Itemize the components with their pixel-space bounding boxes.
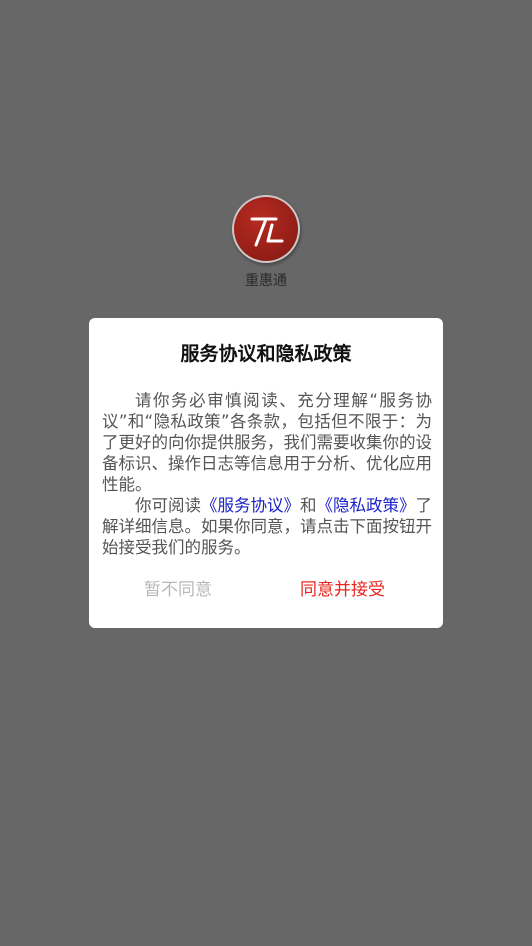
dialog-body: 请你务必审慎阅读、充分理解“服务协议”和“隐私政策”各条款，包括但不限于：为了更…	[102, 390, 432, 558]
logo-emblem-icon	[250, 217, 284, 247]
paragraph-prefix: 你可阅读	[135, 496, 201, 515]
decline-button[interactable]: 暂不同意	[144, 578, 212, 602]
dialog-paragraph-intro: 请你务必审慎阅读、充分理解“服务协议”和“隐私政策”各条款，包括但不限于：为了更…	[102, 391, 432, 494]
privacy-policy-link[interactable]: 《隐私政策》	[317, 496, 416, 515]
privacy-dialog: 服务协议和隐私政策 请你务必审慎阅读、充分理解“服务协议”和“隐私政策”各条款，…	[89, 318, 443, 628]
dialog-paragraph-links: 你可阅读《服务协议》和《隐私政策》了解详细信息。如果你同意，请点击下面按钮开始接…	[102, 495, 432, 558]
service-agreement-link[interactable]: 《服务协议》	[201, 496, 300, 515]
app-logo	[232, 195, 300, 263]
accept-button[interactable]: 同意并接受	[300, 578, 385, 602]
app-name: 重惠通	[245, 273, 287, 289]
dialog-title: 服务协议和隐私政策	[180, 343, 352, 365]
paragraph-middle: 和	[300, 496, 317, 515]
